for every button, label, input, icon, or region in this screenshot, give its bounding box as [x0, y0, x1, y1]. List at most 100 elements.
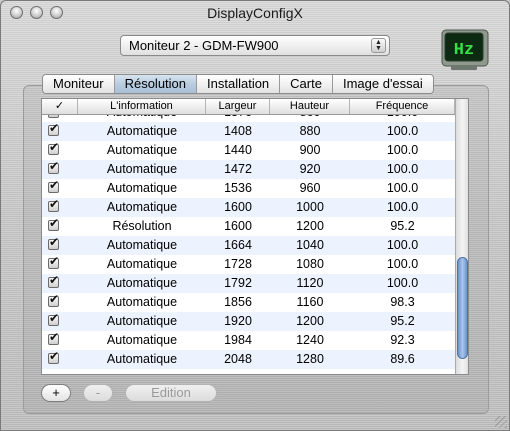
window-title: DisplayConfigX [207, 5, 303, 21]
cell-information: Automatique [106, 352, 178, 366]
table-row[interactable]: Automatique 1728 1080 100.0 [42, 254, 455, 274]
cell-height: 880 [299, 124, 321, 138]
popup-arrows-icon: ▲ ▼ [371, 38, 386, 53]
table-row[interactable]: Automatique 1536 960 100.0 [42, 178, 455, 198]
cell-information: Automatique [106, 143, 178, 157]
tab-image-essai[interactable]: Image d'essai [332, 75, 433, 93]
remove-button[interactable]: - [83, 384, 113, 402]
cell-information: Automatique [106, 162, 178, 176]
cell-information: Automatique [106, 124, 178, 138]
cell-width: 1664 [224, 238, 252, 252]
row-checkbox[interactable] [48, 349, 59, 364]
display-select[interactable]: Moniteur 2 - GDM-FW900 ▲ ▼ [120, 35, 390, 56]
cell-width: 1376 [206, 115, 270, 122]
row-checkbox[interactable] [48, 197, 59, 212]
table-row[interactable]: Automatique1376860100.0 [42, 115, 455, 122]
row-checkbox[interactable] [48, 235, 59, 250]
cell-frequency: 100.0 [386, 181, 419, 195]
tab-resolution[interactable]: Résolution [114, 75, 198, 93]
table-row[interactable]: Automatique 1920 1200 95.2 [42, 311, 455, 331]
table-row[interactable]: Automatique 1664 1040 100.0 [42, 235, 455, 255]
title-bar[interactable]: DisplayConfigX [1, 1, 509, 25]
row-checkbox[interactable] [48, 159, 59, 174]
cell-frequency: 100.0 [386, 124, 419, 138]
row-checkbox[interactable] [48, 115, 59, 118]
cell-frequency: 89.6 [390, 352, 415, 366]
cell-width: 1856 [224, 295, 252, 309]
column-header-width[interactable]: Largeur [206, 99, 270, 114]
table-row[interactable]: Résolution 1600 1200 95.2 [42, 216, 455, 236]
cell-height: 1000 [296, 200, 324, 214]
row-checkbox[interactable] [48, 311, 59, 326]
cell-frequency: 92.3 [390, 333, 415, 347]
cell-information: Résolution [112, 219, 172, 233]
tab-carte[interactable]: Carte [280, 75, 333, 93]
cell-height: 1080 [296, 257, 324, 271]
cell-frequency: 100.0 [350, 115, 455, 122]
cell-height: 1200 [296, 314, 324, 328]
cell-information: Automatique [106, 295, 178, 309]
cell-information: Automatique [106, 238, 178, 252]
scrollbar-thumb[interactable] [457, 257, 468, 359]
vertical-scrollbar[interactable] [455, 99, 468, 374]
row-checkbox[interactable] [48, 178, 59, 193]
cell-height: 1280 [296, 352, 324, 366]
row-checkbox[interactable] [48, 330, 59, 345]
display-select-value: Moniteur 2 - GDM-FW900 [129, 38, 279, 53]
cell-frequency: 100.0 [386, 200, 419, 214]
cell-width: 1600 [224, 200, 252, 214]
cell-height: 1160 [296, 295, 324, 309]
cell-information: Automatique [106, 257, 178, 271]
row-checkbox[interactable] [48, 254, 59, 269]
column-header-height[interactable]: Hauteur [270, 99, 350, 114]
cell-width: 1728 [224, 257, 252, 271]
cell-width: 1984 [224, 333, 252, 347]
column-header-frequency[interactable]: Fréquence [350, 99, 455, 114]
cell-information: Automatique [106, 314, 178, 328]
table-row[interactable]: Automatique 1600 1000 100.0 [42, 197, 455, 217]
row-checkbox[interactable] [48, 273, 59, 288]
table-header: ✓ L'information Largeur Hauteur Fréquenc… [42, 99, 455, 115]
tab-installation[interactable]: Installation [197, 75, 281, 93]
table-row[interactable]: Automatique 1408 880 100.0 [42, 121, 455, 141]
column-header-check[interactable]: ✓ [42, 99, 78, 114]
tab-moniteur[interactable]: Moniteur [43, 75, 115, 93]
row-checkbox[interactable] [48, 121, 59, 136]
resolution-table[interactable]: ✓ L'information Largeur Hauteur Fréquenc… [41, 98, 469, 375]
table-row[interactable]: Automatique 1472 920 100.0 [42, 159, 455, 179]
row-checkbox[interactable] [48, 216, 59, 231]
table-row[interactable]: Automatique 1984 1240 92.3 [42, 330, 455, 350]
cell-height: 900 [299, 143, 321, 157]
table-row[interactable]: Automatique 1792 1120 100.0 [42, 273, 455, 293]
main-window: DisplayConfigX Moniteur 2 - GDM-FW900 ▲ ▼… [0, 0, 510, 431]
cell-height: 1120 [296, 276, 324, 290]
cell-frequency: 100.0 [386, 162, 419, 176]
cell-width: 1536 [224, 181, 252, 195]
cell-frequency: 95.2 [390, 219, 415, 233]
add-button[interactable]: + [41, 384, 71, 402]
edit-button[interactable]: Edition [125, 384, 217, 402]
cell-height: 1040 [296, 238, 324, 252]
table-row[interactable]: Automatique 1856 1160 98.3 [42, 292, 455, 312]
cell-frequency: 100.0 [386, 238, 419, 252]
column-header-information[interactable]: L'information [78, 99, 206, 114]
cell-height: 920 [299, 162, 321, 176]
cell-height: 960 [299, 181, 321, 195]
resize-grip-icon[interactable] [495, 416, 507, 428]
cell-width: 1408 [224, 124, 252, 138]
monitor-hz-icon: Hz [441, 29, 489, 70]
row-checkbox[interactable] [48, 292, 59, 307]
cell-width: 1600 [224, 219, 252, 233]
cell-width: 1440 [224, 143, 252, 157]
cell-height: 1240 [296, 333, 324, 347]
tab-bar: Moniteur Résolution Installation Carte I… [42, 74, 434, 94]
cell-information: Automatique [106, 276, 178, 290]
table-row[interactable]: Automatique 1440 900 100.0 [42, 140, 455, 160]
cell-width: 2048 [224, 352, 252, 366]
cell-information: Automatique [106, 181, 178, 195]
table-body: Automatique1376860100.0 Automatique 1408 88… [42, 115, 455, 374]
table-row[interactable]: Automatique 2048 1280 89.6 [42, 349, 455, 369]
cell-height: 1200 [296, 219, 324, 233]
cell-frequency: 100.0 [386, 143, 419, 157]
row-checkbox[interactable] [48, 140, 59, 155]
